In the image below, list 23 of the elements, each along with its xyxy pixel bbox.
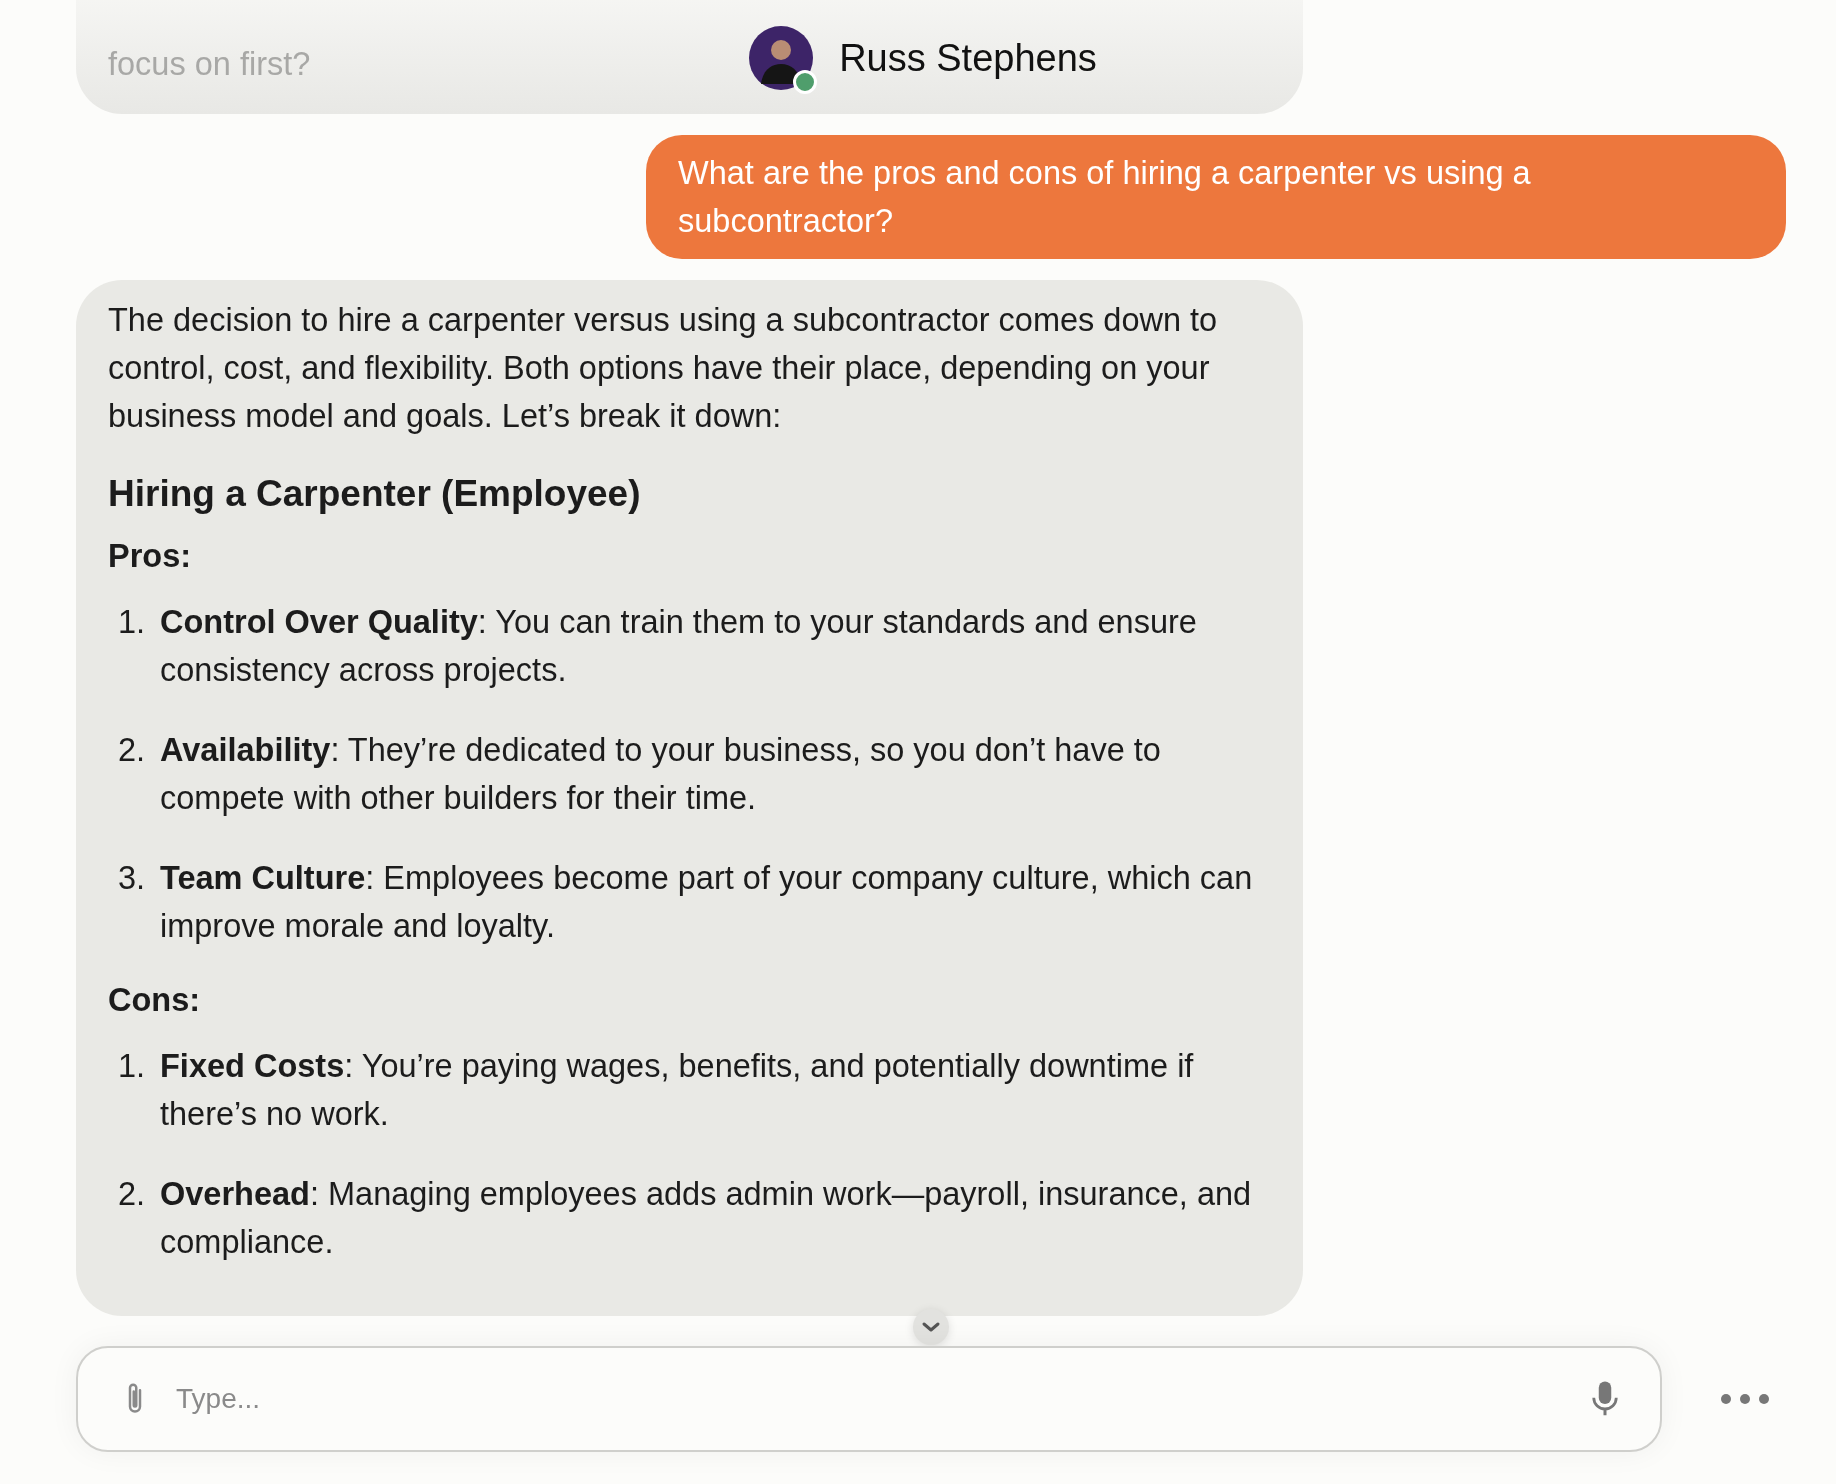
- chevron-down-icon: [920, 1320, 942, 1334]
- list-number: 3.: [118, 859, 147, 898]
- subheading: Pros:: [108, 537, 193, 576]
- list-number: 1.: [118, 1047, 147, 1086]
- list-item-text: Availability: They’re dedicated to your business, so you don’t have to compete with other builders for their time.: [160, 731, 1162, 818]
- section-heading: Hiring a Carpenter (Employee): [108, 472, 642, 516]
- list-item-text: Fixed Costs: You’re paying wages, benefits, and potentially downtime if there’s no work.: [160, 1047, 1195, 1134]
- list-number: 2.: [118, 1175, 147, 1214]
- subheading: Cons:: [108, 981, 202, 1020]
- message-text: The decision to hire a carpenter versus using a subcontractor comes down to control, cost, and flexibility. Both options have their place, depending on your business model and goals. Let’s break it down:: [108, 301, 1219, 436]
- text-input[interactable]: Type...: [174, 1382, 1566, 1416]
- list-number: 1.: [118, 603, 147, 642]
- scroll-down-button[interactable]: [913, 1309, 949, 1345]
- contact-name: Russ Stephens: [839, 36, 1097, 80]
- message-input-field[interactable]: Type...: [76, 1346, 1662, 1452]
- message-text: focus on first?: [108, 45, 311, 84]
- person-silhouette-icon: [749, 26, 814, 90]
- ellipsis-icon: [1720, 1393, 1770, 1405]
- list-item-text: Overhead: Managing employees adds admin work—payroll, insurance, and compliance.: [160, 1175, 1253, 1262]
- list-item-text: Team Culture: Employees become part of your company culture, which can improve morale and loyalty.: [160, 859, 1254, 946]
- message-text: What are the pros and cons of hiring a carpenter vs using a subcontractor?: [678, 154, 1532, 241]
- list-item-text: Control Over Quality: You can train them to your standards and ensure consistency across projects.: [160, 603, 1198, 690]
- list-number: 2.: [118, 731, 147, 770]
